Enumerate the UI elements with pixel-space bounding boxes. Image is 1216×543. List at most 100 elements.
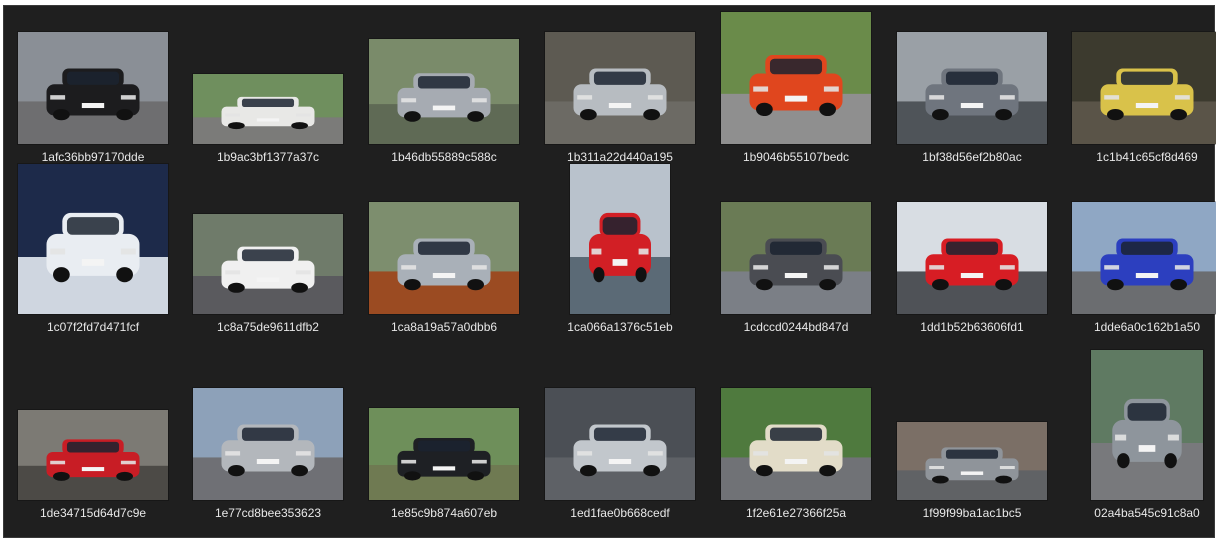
file-explorer-window: 1afc36bb97170dde 1b9ac3bf1377a37c 1b46db55… xyxy=(3,5,1216,538)
file-tile[interactable]: 1afc36bb97170dde xyxy=(8,6,178,176)
file-name-label: 1ed1fae0b668cedf xyxy=(570,506,670,520)
file-name-label: 1c1b41c65cf8d469 xyxy=(1096,150,1198,164)
file-tile[interactable]: 1b9046b55107bedc xyxy=(711,6,881,176)
thumbnail-frame xyxy=(183,362,353,500)
file-name-label: 1afc36bb97170dde xyxy=(41,150,145,164)
image-thumbnail[interactable] xyxy=(570,164,670,314)
thumbnail-frame xyxy=(711,6,881,144)
car-photo-icon xyxy=(897,422,1047,500)
car-photo-icon xyxy=(18,410,168,500)
car-photo-icon xyxy=(193,74,343,144)
car-photo-icon xyxy=(193,388,343,500)
file-name-label: 1b311a22d440a195 xyxy=(567,150,673,164)
file-tile[interactable]: 1c1b41c65cf8d469 xyxy=(1062,6,1216,176)
thumbnail-grid: 1afc36bb97170dde 1b9ac3bf1377a37c 1b46db55… xyxy=(4,6,1216,537)
file-tile[interactable]: 1ed1fae0b668cedf xyxy=(535,362,705,532)
image-thumbnail[interactable] xyxy=(369,202,519,314)
file-name-label: 1bf38d56ef2b80ac xyxy=(922,150,1022,164)
thumbnail-frame xyxy=(359,362,529,500)
car-photo-icon xyxy=(897,32,1047,144)
thumbnail-frame xyxy=(887,6,1057,144)
image-thumbnail[interactable] xyxy=(1091,350,1203,500)
image-thumbnail[interactable] xyxy=(1072,202,1216,314)
file-tile[interactable]: 1b46db55889c588c xyxy=(359,6,529,176)
file-name-label: 1f99f99ba1ac1bc5 xyxy=(922,506,1022,520)
thumbnail-frame xyxy=(183,6,353,144)
car-photo-icon xyxy=(18,164,168,314)
image-thumbnail[interactable] xyxy=(721,388,871,500)
file-tile[interactable]: 1cdccd0244bd847d xyxy=(711,176,881,346)
file-name-label: 1e77cd8bee353623 xyxy=(214,506,322,520)
image-thumbnail[interactable] xyxy=(18,32,168,144)
car-photo-icon xyxy=(721,12,871,144)
file-tile[interactable]: 1de34715d64d7c9e xyxy=(8,362,178,532)
file-tile[interactable]: 1bf38d56ef2b80ac xyxy=(887,6,1057,176)
file-name-label: 1b9ac3bf1377a37c xyxy=(216,150,320,164)
file-name-label: 1c07f2fd7d471fcf xyxy=(46,320,140,334)
thumbnail-frame xyxy=(8,164,178,314)
file-name-label: 1ca066a1376c51eb xyxy=(567,320,673,334)
thumbnail-frame xyxy=(887,362,1057,500)
image-thumbnail[interactable] xyxy=(193,74,343,144)
file-name-label: 1cdccd0244bd847d xyxy=(743,320,849,334)
car-photo-icon xyxy=(897,202,1047,314)
file-tile[interactable]: 1f2e61e27366f25a xyxy=(711,362,881,532)
image-thumbnail[interactable] xyxy=(193,388,343,500)
file-tile[interactable]: 1b311a22d440a195 xyxy=(535,6,705,176)
file-name-label: 1f2e61e27366f25a xyxy=(745,506,847,520)
car-photo-icon xyxy=(721,388,871,500)
file-tile[interactable]: 1c07f2fd7d471fcf xyxy=(8,164,178,346)
file-tile[interactable]: 02a4ba545c91c8a0 xyxy=(1062,350,1216,532)
file-tile[interactable]: 1dde6a0c162b1a50 xyxy=(1062,176,1216,346)
file-tile[interactable]: 1e77cd8bee353623 xyxy=(183,362,353,532)
car-photo-icon xyxy=(369,408,519,500)
file-tile[interactable]: 1b9ac3bf1377a37c xyxy=(183,6,353,176)
car-photo-icon xyxy=(1072,32,1216,144)
image-thumbnail[interactable] xyxy=(193,214,343,314)
image-thumbnail[interactable] xyxy=(545,32,695,144)
image-thumbnail[interactable] xyxy=(369,39,519,144)
file-name-label: 1ca8a19a57a0dbb6 xyxy=(390,320,498,334)
image-thumbnail[interactable] xyxy=(1072,32,1216,144)
car-photo-icon xyxy=(193,214,343,314)
file-tile[interactable]: 1c8a75de9611dfb2 xyxy=(183,176,353,346)
image-thumbnail[interactable] xyxy=(897,202,1047,314)
image-thumbnail[interactable] xyxy=(369,408,519,500)
image-thumbnail[interactable] xyxy=(897,32,1047,144)
file-name-label: 02a4ba545c91c8a0 xyxy=(1094,506,1200,520)
image-thumbnail[interactable] xyxy=(721,12,871,144)
image-thumbnail[interactable] xyxy=(18,164,168,314)
thumbnail-frame xyxy=(711,362,881,500)
file-tile[interactable]: 1ca066a1376c51eb xyxy=(535,164,705,346)
file-name-label: 1dd1b52b63606fd1 xyxy=(920,320,1024,334)
file-tile[interactable]: 1f99f99ba1ac1bc5 xyxy=(887,362,1057,532)
file-name-label: 1de34715d64d7c9e xyxy=(39,506,147,520)
image-thumbnail[interactable] xyxy=(721,202,871,314)
image-thumbnail[interactable] xyxy=(545,388,695,500)
car-photo-icon xyxy=(369,202,519,314)
image-thumbnail[interactable] xyxy=(18,410,168,500)
car-photo-icon xyxy=(545,388,695,500)
thumbnail-frame xyxy=(8,6,178,144)
file-name-label: 1e85c9b874a607eb xyxy=(390,506,498,520)
car-photo-icon xyxy=(545,32,695,144)
file-name-label: 1c8a75de9611dfb2 xyxy=(217,320,319,334)
image-thumbnail[interactable] xyxy=(897,422,1047,500)
file-name-label: 1b9046b55107bedc xyxy=(742,150,850,164)
car-photo-icon xyxy=(369,39,519,144)
thumbnail-frame xyxy=(535,362,705,500)
thumbnail-frame xyxy=(183,176,353,314)
thumbnail-frame xyxy=(359,176,529,314)
car-photo-icon xyxy=(1091,350,1203,500)
thumbnail-frame xyxy=(1062,176,1216,314)
file-tile[interactable]: 1dd1b52b63606fd1 xyxy=(887,176,1057,346)
thumbnail-frame xyxy=(359,6,529,144)
thumbnail-frame xyxy=(1062,350,1216,500)
thumbnail-frame xyxy=(8,362,178,500)
car-photo-icon xyxy=(570,164,670,314)
file-name-label: 1dde6a0c162b1a50 xyxy=(1093,320,1201,334)
file-tile[interactable]: 1ca8a19a57a0dbb6 xyxy=(359,176,529,346)
thumbnail-frame xyxy=(1062,6,1216,144)
thumbnail-frame xyxy=(535,6,705,144)
file-tile[interactable]: 1e85c9b874a607eb xyxy=(359,362,529,532)
